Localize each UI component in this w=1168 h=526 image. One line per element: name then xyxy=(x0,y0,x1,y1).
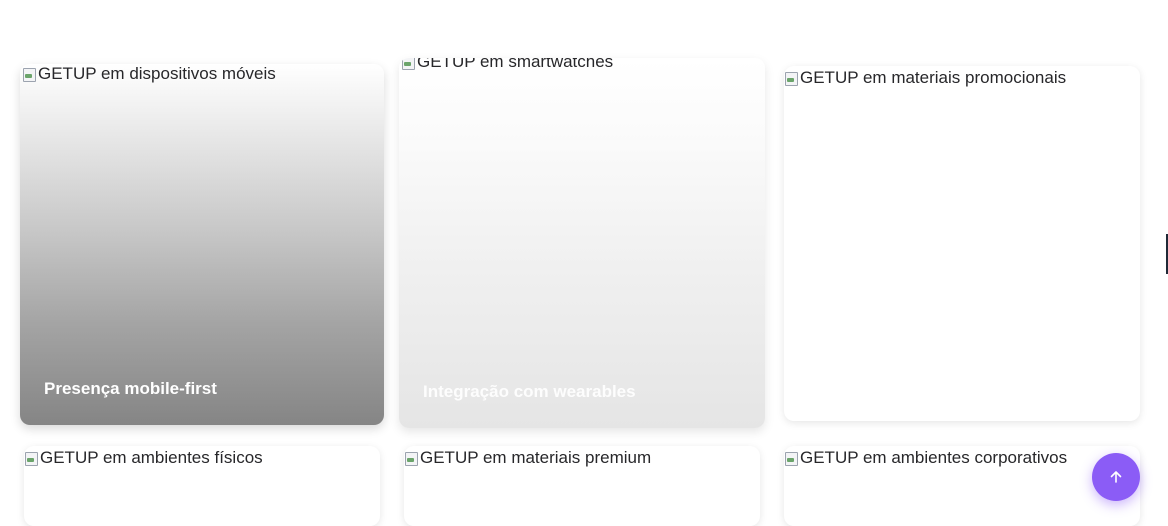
card-image: GETUP em ambientes corporativos xyxy=(784,448,1067,468)
image-alt-text: GETUP em materiais premium xyxy=(420,448,652,467)
gallery-card-premium-materials[interactable]: GETUP em materiais premium xyxy=(404,446,760,526)
broken-image-icon xyxy=(401,58,415,70)
image-alt-text: GETUP em ambientes corporativos xyxy=(800,448,1068,467)
broken-image-icon xyxy=(784,70,798,86)
broken-image-icon xyxy=(22,66,36,82)
image-alt-text: GETUP em smartwatches xyxy=(417,58,614,71)
broken-image-icon xyxy=(24,450,38,466)
card-caption: Integração com wearables xyxy=(423,382,636,401)
card-image: GETUP em smartwatches xyxy=(401,58,613,72)
card-image: GETUP em ambientes físicos xyxy=(24,448,263,468)
card-image: GETUP em materiais premium xyxy=(404,448,651,468)
broken-image-icon xyxy=(784,450,798,466)
card-image: GETUP em materiais promocionais xyxy=(784,68,1066,88)
scroll-to-top-button[interactable] xyxy=(1092,453,1140,501)
image-alt-text: GETUP em ambientes físicos xyxy=(40,448,263,467)
card-image: GETUP em dispositivos móveis xyxy=(22,64,276,84)
broken-image-icon xyxy=(404,450,418,466)
gallery-card-mobile[interactable]: GETUP em dispositivos móveis Presença mo… xyxy=(20,64,384,425)
card-caption: Presença mobile-first xyxy=(44,379,217,398)
image-alt-text: GETUP em materiais promocionais xyxy=(800,68,1067,87)
arrow-up-icon xyxy=(1110,471,1122,483)
gallery-card-corporate[interactable]: GETUP em ambientes corporativos xyxy=(784,446,1140,526)
image-alt-text: GETUP em dispositivos móveis xyxy=(38,64,276,83)
gallery-card-smartwatches[interactable]: GETUP em smartwatches Integração com wea… xyxy=(399,58,765,428)
gallery-card-physical-spaces[interactable]: GETUP em ambientes físicos xyxy=(24,446,380,526)
gallery-card-promotional[interactable]: GETUP em materiais promocionais xyxy=(784,66,1140,421)
